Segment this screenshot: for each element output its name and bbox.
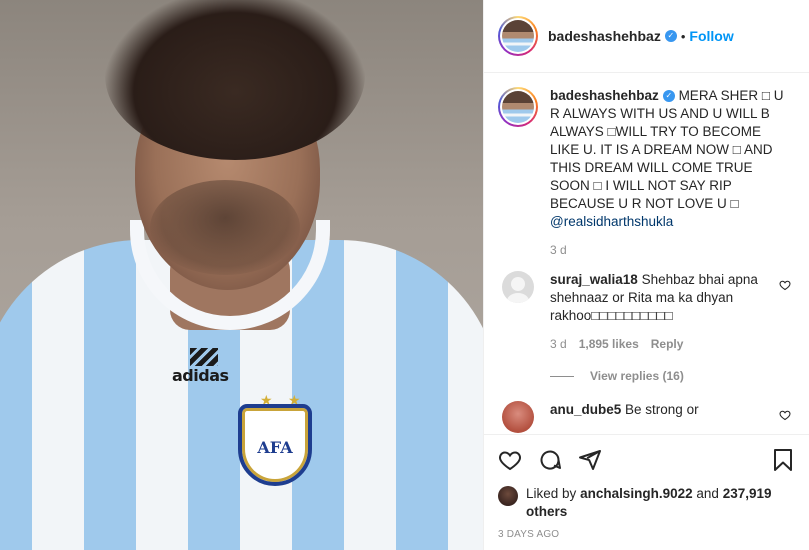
jersey-brand-text: adidas (172, 366, 229, 385)
view-replies-label: View replies (16) (590, 369, 684, 383)
liker-username[interactable]: anchalsingh.9022 (580, 486, 693, 501)
caption-avatar[interactable] (498, 87, 538, 127)
comment-icon[interactable] (538, 448, 562, 472)
post-timestamp[interactable]: 3 DAYS AGO (498, 529, 795, 540)
liker-avatar[interactable] (498, 486, 518, 506)
post-sidebar: badeshashehbaz ✓ • Follow badeshashehbaz… (483, 0, 809, 550)
comment-item: suraj_walia18 Shehbaz bhai apna shehnaaz… (498, 271, 795, 351)
crest-text: AFA (257, 438, 293, 457)
action-bar (498, 445, 795, 475)
likes-summary: Liked by anchalsingh.9022 and 237,919 ot… (498, 485, 795, 521)
instagram-post: adidas ★ ★ AFA badeshashehbaz ✓ • Follow (0, 0, 809, 550)
share-icon[interactable] (578, 448, 602, 472)
post-actions-section: Liked by anchalsingh.9022 and 237,919 ot… (484, 434, 809, 550)
comment-item: anu_dube5 Be strong or (498, 401, 795, 433)
caption: badeshashehbaz ✓ MERA SHER □ U R ALWAYS W… (498, 87, 795, 257)
comment-like-heart-icon[interactable] (779, 409, 791, 421)
post-photo[interactable]: adidas ★ ★ AFA (0, 0, 483, 550)
afa-crest: AFA (238, 404, 312, 486)
post-header: badeshashehbaz ✓ • Follow (484, 0, 809, 73)
comment-time: 3 d (550, 337, 567, 351)
comments-area[interactable]: badeshashehbaz ✓ MERA SHER □ U R ALWAYS W… (484, 73, 809, 434)
commenter-avatar[interactable] (502, 271, 534, 303)
bookmark-icon[interactable] (771, 448, 795, 472)
reply-button[interactable]: Reply (651, 337, 684, 351)
follow-button[interactable]: Follow (689, 28, 733, 44)
heart-icon[interactable] (498, 448, 522, 472)
separator-dot: • (680, 28, 686, 44)
comment-username[interactable]: suraj_walia18 (550, 272, 638, 287)
liked-by-prefix: Liked by (526, 486, 577, 501)
comment-like-heart-icon[interactable] (779, 279, 791, 291)
caption-time: 3 d (550, 243, 567, 257)
liked-by-and: and (696, 486, 719, 501)
commenter-avatar[interactable] (502, 401, 534, 433)
caption-mention[interactable]: @realsidharthshukla (550, 214, 673, 229)
verified-badge-icon: ✓ (664, 30, 677, 42)
comment-likes[interactable]: 1,895 likes (579, 337, 639, 351)
comment-text: Be strong or (625, 402, 699, 417)
caption-username[interactable]: badeshashehbaz (550, 88, 659, 103)
author-username[interactable]: badeshashehbaz (548, 28, 661, 44)
adidas-logo-icon (190, 348, 218, 366)
verified-badge-icon: ✓ (662, 90, 675, 103)
caption-text: MERA SHER □ U R ALWAYS WITH US AND U WIL… (550, 88, 784, 211)
view-replies-button[interactable]: View replies (16) (550, 369, 795, 383)
comment-username[interactable]: anu_dube5 (550, 402, 621, 417)
author-avatar[interactable] (498, 16, 538, 56)
